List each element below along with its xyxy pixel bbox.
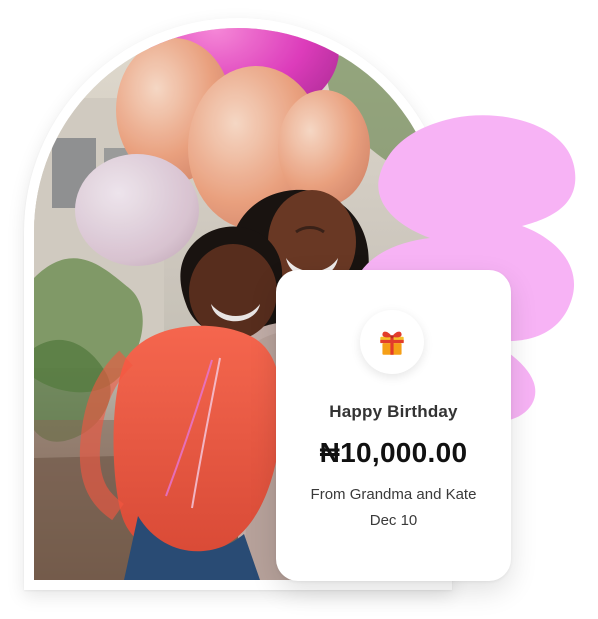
gift-icon-badge bbox=[360, 310, 424, 374]
gift-amount: ₦10,000.00 bbox=[319, 437, 468, 468]
birthday-gift-card: Happy Birthday ₦10,000.00 From Grandma a… bbox=[276, 270, 511, 581]
gift-icon bbox=[380, 331, 404, 355]
gift-sender: From Grandma and Kate bbox=[310, 486, 477, 503]
card-title: Happy Birthday bbox=[329, 402, 458, 421]
gift-date: Dec 10 bbox=[369, 512, 418, 529]
birthday-gift-illustration: Happy Birthday ₦10,000.00 From Grandma a… bbox=[0, 0, 598, 619]
